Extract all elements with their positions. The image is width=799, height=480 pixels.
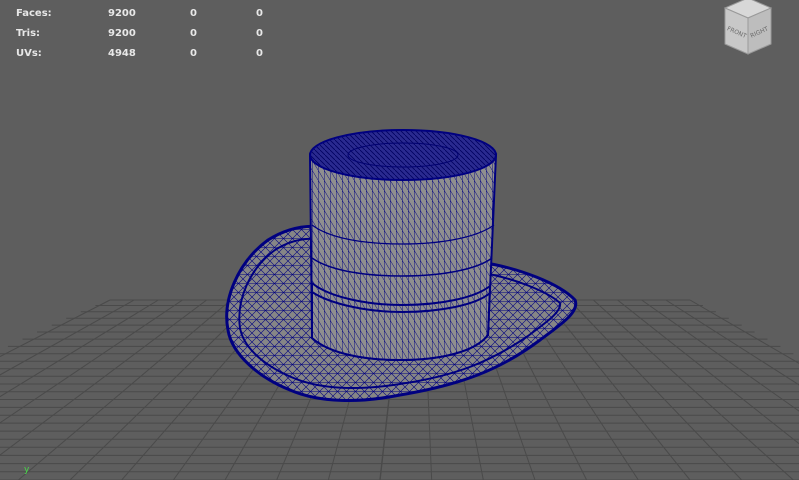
grid-line bbox=[568, 299, 743, 480]
maya-3d-viewport[interactable]: Faces: 9200 0 0 Tris: 9200 0 0 UVs: 4948… bbox=[0, 0, 799, 480]
scene-canvas[interactable] bbox=[0, 0, 799, 480]
hud-value: 0 bbox=[256, 28, 263, 39]
grid-line bbox=[0, 299, 111, 358]
grid-line bbox=[641, 299, 799, 412]
grid-line bbox=[544, 299, 691, 480]
hud-value: 0 bbox=[190, 8, 197, 19]
grid-line bbox=[0, 299, 207, 456]
hud-value: 4948 bbox=[108, 48, 136, 59]
hud-row-faces: Faces: 9200 0 0 bbox=[16, 4, 276, 24]
hud-row-tris: Tris: 9200 0 0 bbox=[16, 24, 276, 44]
hud-label: Tris: bbox=[16, 28, 41, 39]
hud-value: 9200 bbox=[108, 28, 136, 39]
hud-value: 0 bbox=[256, 48, 263, 59]
y-axis-indicator: y bbox=[24, 465, 30, 475]
hud-value: 0 bbox=[256, 8, 263, 19]
hud-value: 0 bbox=[190, 28, 197, 39]
hud-value: 9200 bbox=[108, 8, 136, 19]
grid-line bbox=[665, 299, 799, 386]
grid-line bbox=[18, 299, 232, 480]
hud-value: 0 bbox=[190, 48, 197, 59]
hat-crown-top[interactable] bbox=[309, 129, 497, 181]
view-cube[interactable]: FRONT RIGHT bbox=[713, 0, 783, 64]
grid-line bbox=[592, 299, 794, 480]
hud-label: UVs: bbox=[16, 48, 42, 59]
grid-line bbox=[689, 299, 799, 364]
top-hat-mesh[interactable] bbox=[225, 129, 578, 402]
grid-line bbox=[0, 299, 159, 398]
hud-row-uvs: UVs: 4948 0 0 bbox=[16, 44, 276, 64]
hud-label: Faces: bbox=[16, 8, 52, 19]
grid-line bbox=[0, 299, 183, 424]
poly-count-hud: Faces: 9200 0 0 Tris: 9200 0 0 UVs: 4948… bbox=[16, 4, 276, 64]
